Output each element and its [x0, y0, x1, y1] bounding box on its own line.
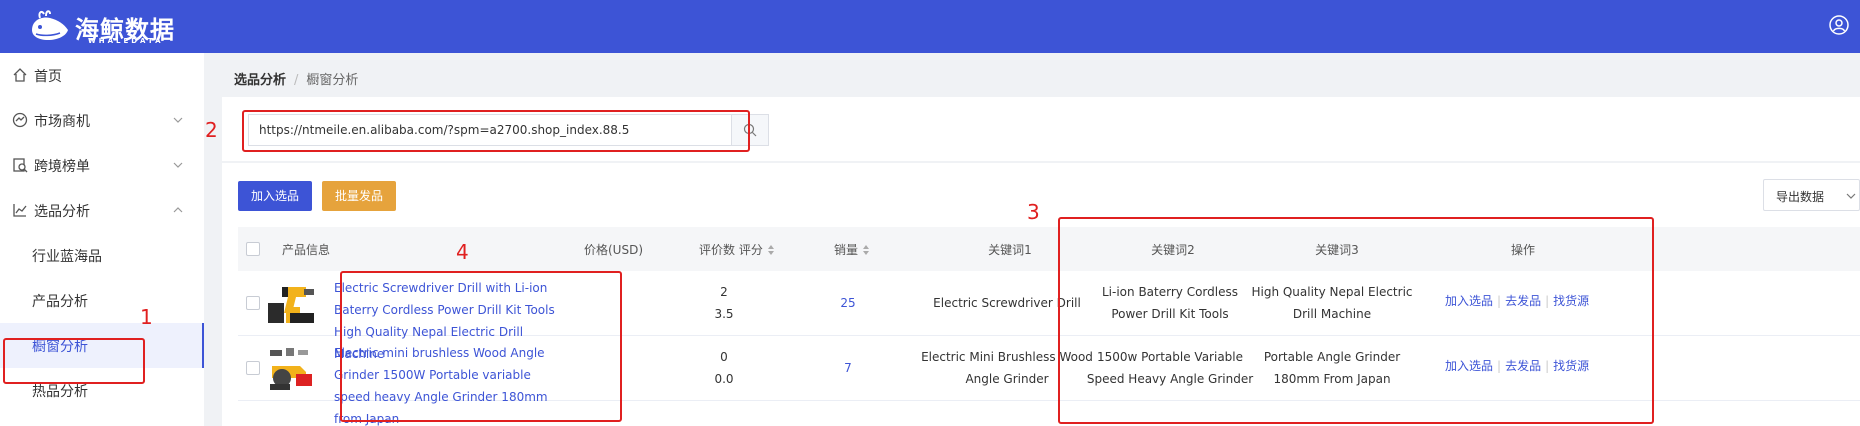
breadcrumb-level2: 橱窗分析 — [306, 73, 359, 88]
sales-count[interactable]: 25 — [823, 292, 873, 314]
select-all-checkbox[interactable] — [246, 242, 260, 256]
annotation-box-2 — [242, 110, 750, 152]
header-price: 价格(USD) — [584, 243, 644, 257]
sidebar-item-market[interactable]: 市场商机 — [0, 98, 204, 143]
logo[interactable]: 海鲸数据 WHALEDATA — [28, 6, 178, 46]
chevron-down-icon — [173, 162, 183, 168]
rating: 0.0 — [714, 372, 734, 386]
sidebar-item-label: 产品分析 — [32, 294, 88, 310]
header-reviews-label: 评价数 评分 — [699, 243, 763, 257]
whale-logo-icon — [32, 10, 68, 40]
sidebar-item-selection-analysis[interactable]: 选品分析 — [0, 188, 204, 233]
export-data-dropdown[interactable]: 导出数据 — [1763, 179, 1860, 211]
annotation-number-4: 4 — [456, 240, 469, 264]
sidebar-item-label: 行业蓝海品 — [32, 249, 102, 265]
home-icon — [13, 68, 27, 82]
sidebar-item-ranking[interactable]: 跨境榜单 — [0, 143, 204, 188]
app-root: 海鲸数据 WHALEDATA 首页 市场商机 跨境榜单 选品分析 行业蓝海品 产… — [0, 0, 1860, 426]
header-reviews-rating[interactable]: 评价数 评分 — [699, 241, 775, 258]
header-sales[interactable]: 销量 — [834, 241, 870, 258]
top-bar: 海鲸数据 WHALEDATA — [0, 0, 1860, 53]
sidebar-item-label: 首页 — [34, 69, 62, 85]
sidebar-item-label: 跨境榜单 — [34, 159, 90, 175]
breadcrumb-level1[interactable]: 选品分析 — [234, 73, 286, 88]
add-selection-button[interactable]: 加入选品 — [238, 181, 312, 211]
annotation-number-1: 1 — [140, 305, 153, 329]
header-product: 产品信息 — [282, 243, 331, 257]
review-count: 2 — [720, 285, 728, 299]
breadcrumb: 选品分析 / 橱窗分析 — [234, 69, 358, 88]
product-image-drill[interactable] — [266, 279, 316, 327]
breadcrumb-separator: / — [294, 73, 299, 88]
annotation-box-3 — [1058, 217, 1654, 424]
sort-icon — [863, 245, 870, 255]
annotation-number-3: 3 — [1027, 200, 1040, 224]
review-count: 0 — [720, 350, 728, 364]
rating: 3.5 — [714, 307, 734, 321]
chevron-down-icon — [173, 117, 183, 123]
product-image-grinder[interactable] — [266, 344, 316, 392]
sidebar-item-label: 市场商机 — [34, 114, 90, 130]
sales-count[interactable]: 7 — [823, 357, 873, 379]
sidebar-item-product-analysis[interactable]: 产品分析 — [0, 278, 204, 323]
rank-icon — [13, 158, 28, 173]
sidebar-item-label: 选品分析 — [34, 204, 90, 220]
annotation-box-4 — [340, 271, 622, 422]
brand-subtitle: WHALEDATA — [88, 37, 164, 45]
header-sales-label: 销量 — [834, 243, 859, 257]
sidebar-item-label: 热品分析 — [32, 384, 88, 400]
analysis-icon — [13, 204, 27, 217]
sidebar-item-home[interactable]: 首页 — [0, 53, 204, 98]
annotation-box-1 — [3, 338, 145, 384]
user-account-icon[interactable] — [1828, 14, 1850, 36]
sort-icon — [767, 245, 774, 255]
chart-icon — [12, 112, 28, 128]
annotation-number-2: 2 — [205, 118, 218, 142]
chevron-down-icon — [1846, 193, 1856, 199]
chevron-up-icon — [173, 207, 183, 213]
row-checkbox[interactable] — [246, 361, 260, 375]
export-label: 导出数据 — [1776, 190, 1825, 204]
row-checkbox[interactable] — [246, 296, 260, 310]
sidebar-item-industry-blue-ocean[interactable]: 行业蓝海品 — [0, 233, 204, 278]
batch-publish-button[interactable]: 批量发品 — [322, 181, 396, 211]
